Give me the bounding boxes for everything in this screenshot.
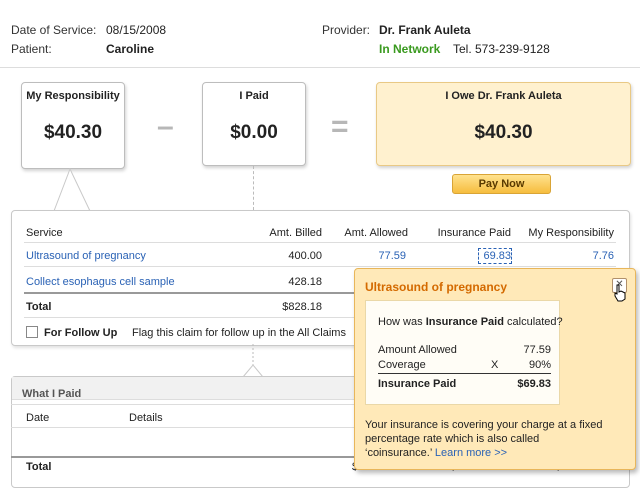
follow-up-label: For Follow Up [44,327,118,339]
header-divider [0,67,640,68]
popup-title: Ultrasound of pregnancy [365,280,508,294]
amount-allowed-label: Amount Allowed [378,344,457,356]
equals-operator: = [331,110,349,143]
patient-value: Caroline [106,42,155,56]
total-label: Total [26,301,52,313]
callout-pointer [53,168,91,212]
i-paid-box: I Paid $0.00 [202,82,306,166]
service-link-esophagus[interactable]: Collect esophagus cell sample [26,276,175,288]
dotted-connector [253,166,255,210]
coinsurance-explanation: Your insurance is covering your charge a… [365,418,609,460]
i-owe-box: I Owe Dr. Frank Auleta $40.30 [376,82,631,166]
follow-up-text: Flag this claim for follow up in the All… [132,327,346,339]
calc-question: How was Insurance Paid calculated? [378,316,563,328]
what-i-paid-title: What I Paid [22,388,82,400]
minus-operator: – [157,110,174,143]
amount-allowed-value: 77.59 [523,344,551,356]
allowed-cell[interactable]: 77.59 [326,250,406,262]
calc-question-pre: How was [378,316,426,328]
calc-divider [378,373,551,374]
col-service: Service [26,227,63,239]
date-of-service-value: 08/15/2008 [106,23,167,37]
popup-calculation-box: How was Insurance Paid calculated? Amoun… [365,300,563,405]
insurance-paid-popup: Ultrasound of pregnancy ✕ How was Insura… [354,268,636,470]
col-my-responsibility: My Responsibility [528,227,614,239]
col-date: Date [26,412,50,424]
provider-label: Provider: [322,23,371,37]
responsibility-cell[interactable]: 7.76 [515,250,614,262]
total-billed: $828.18 [282,301,322,313]
coverage-value: 90% [528,359,551,371]
service-link-ultrasound[interactable]: Ultrasound of pregnancy [26,250,146,262]
i-paid-title: I Paid [239,90,269,102]
insurance-paid-link[interactable]: 69.83 [478,248,512,264]
i-owe-amount: $40.30 [474,122,533,143]
follow-up-checkbox[interactable] [26,326,38,338]
calc-question-bold: Insurance Paid [425,316,504,328]
my-responsibility-box: My Responsibility $40.30 [21,82,125,169]
i-owe-title: I Owe Dr. Frank Auleta [445,90,562,102]
provider-phone: Tel. 573-239-9128 [453,42,550,56]
date-of-service-label: Date of Service: [11,23,97,37]
provider-name: Dr. Frank Auleta [379,23,471,37]
insurance-paid-label: Insurance Paid [378,378,457,390]
col-details: Details [129,412,163,424]
col-insurance-paid: Insurance Paid [437,227,511,239]
pay-now-button[interactable]: Pay Now [452,174,551,194]
billed-cell: 428.18 [288,276,322,288]
col-amt-billed: Amt. Billed [269,227,322,239]
hand-cursor-icon [614,284,626,302]
what-i-paid-total-label: Total [26,461,52,473]
insurance-paid-value: $69.83 [517,378,551,390]
i-paid-amount: $0.00 [230,122,278,143]
patient-label: Patient: [11,42,52,56]
my-responsibility-amount: $40.30 [43,122,103,143]
coverage-label: Coverage [378,359,426,371]
my-responsibility-title: My Responsibility [26,90,120,102]
billed-cell: 400.00 [288,250,322,262]
table-row-divider [24,242,616,243]
table-row-divider [24,266,616,267]
callout-pointer-2 [241,344,265,378]
in-network-badge: In Network [379,42,441,56]
col-amt-allowed: Amt. Allowed [344,227,408,239]
calc-question-post: calculated? [503,316,563,328]
learn-more-link[interactable]: Learn more >> [435,447,507,459]
